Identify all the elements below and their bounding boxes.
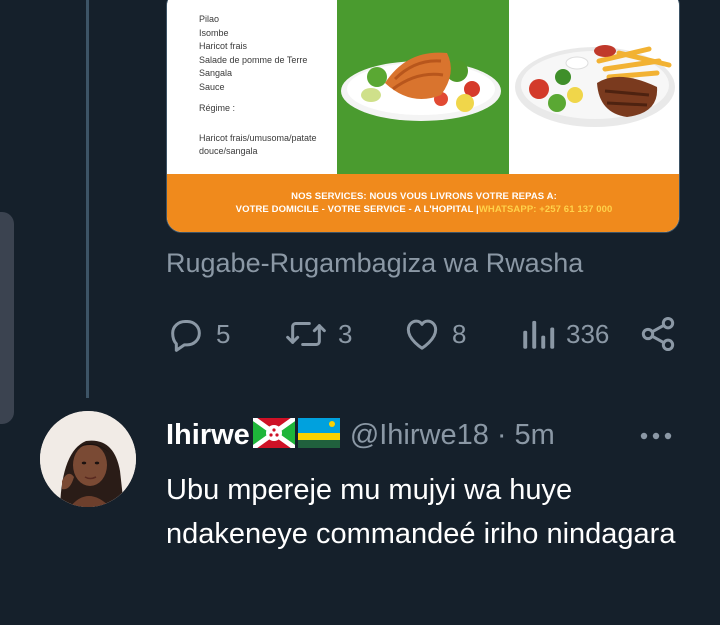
like-count: 8: [452, 318, 467, 349]
retweet-count: 3: [338, 318, 353, 349]
views-button[interactable]: 336: [520, 312, 609, 356]
display-name[interactable]: Ihirwe: [166, 419, 250, 452]
services-locations: VOTRE DOMICILE - VOTRE SERVICE - A L'HOP…: [235, 204, 479, 215]
tweet-media-image[interactable]: Pilao Isombe Haricot frais Salade de pom…: [166, 0, 680, 233]
tweet-actions: 5 3 8 336: [166, 312, 680, 356]
user-handle[interactable]: @Ihirwe18: [350, 419, 489, 452]
menu-item: Sauce: [199, 81, 225, 92]
timestamp[interactable]: 5m: [515, 419, 555, 452]
menu-item: Haricot frais: [199, 41, 248, 51]
whatsapp-number: WHATSAPP: +257 61 137 000: [478, 204, 613, 215]
share-button[interactable]: [638, 312, 678, 356]
media-attribution[interactable]: Rugabe-Rugambagiza wa Rwasha: [166, 248, 583, 279]
services-banner: NOS SERVICES: NOUS VOUS LIVRONS VOTRE RE…: [167, 174, 679, 232]
separator: ·: [496, 418, 507, 451]
menu-list: Pilao Isombe Haricot frais Salade de pom…: [167, 0, 337, 174]
views-icon: [520, 314, 556, 354]
services-line-1: NOS SERVICES: NOUS VOUS LIVRONS VOTRE RE…: [291, 191, 557, 202]
more-button[interactable]: [637, 422, 675, 455]
menu-item: Isombe: [199, 27, 229, 38]
heart-icon: [402, 314, 442, 354]
reply-count: 5: [216, 318, 231, 349]
retweet-icon: [284, 314, 328, 354]
reply-icon: [166, 314, 206, 354]
share-icon: [638, 314, 678, 354]
tweet-header: Ihirwe @Ihirwe18 · 5m: [166, 415, 555, 455]
tweet-text: Ubu mpereje mu mujyi wa huye ndakeneye c…: [166, 474, 676, 550]
steak-plate-image: [509, 0, 679, 174]
regime-item: Haricot frais/umusoma/patate: [199, 132, 317, 143]
menu-item: Sangala: [199, 68, 233, 78]
thread-line: [86, 0, 89, 398]
regime-label: Régime :: [199, 103, 236, 113]
like-button[interactable]: 8: [402, 312, 466, 356]
avatar[interactable]: [40, 411, 136, 507]
reply-button[interactable]: 5: [166, 312, 230, 356]
burundi-flag-icon: [251, 415, 297, 453]
drawer-handle[interactable]: [0, 212, 14, 424]
retweet-button[interactable]: 3: [284, 312, 352, 356]
views-count: 336: [566, 318, 610, 349]
menu-item: Pilao: [199, 14, 220, 24]
services-line-2: VOTRE DOMICILE - VOTRE SERVICE - A L'HOP…: [167, 203, 679, 216]
regime-item: douce/sangala: [199, 146, 258, 156]
rwanda-flag-icon: [297, 417, 340, 453]
more-icon: [637, 432, 675, 454]
salmon-plate-image: [337, 0, 509, 174]
menu-item: Salade de pomme de Terre: [199, 54, 308, 65]
